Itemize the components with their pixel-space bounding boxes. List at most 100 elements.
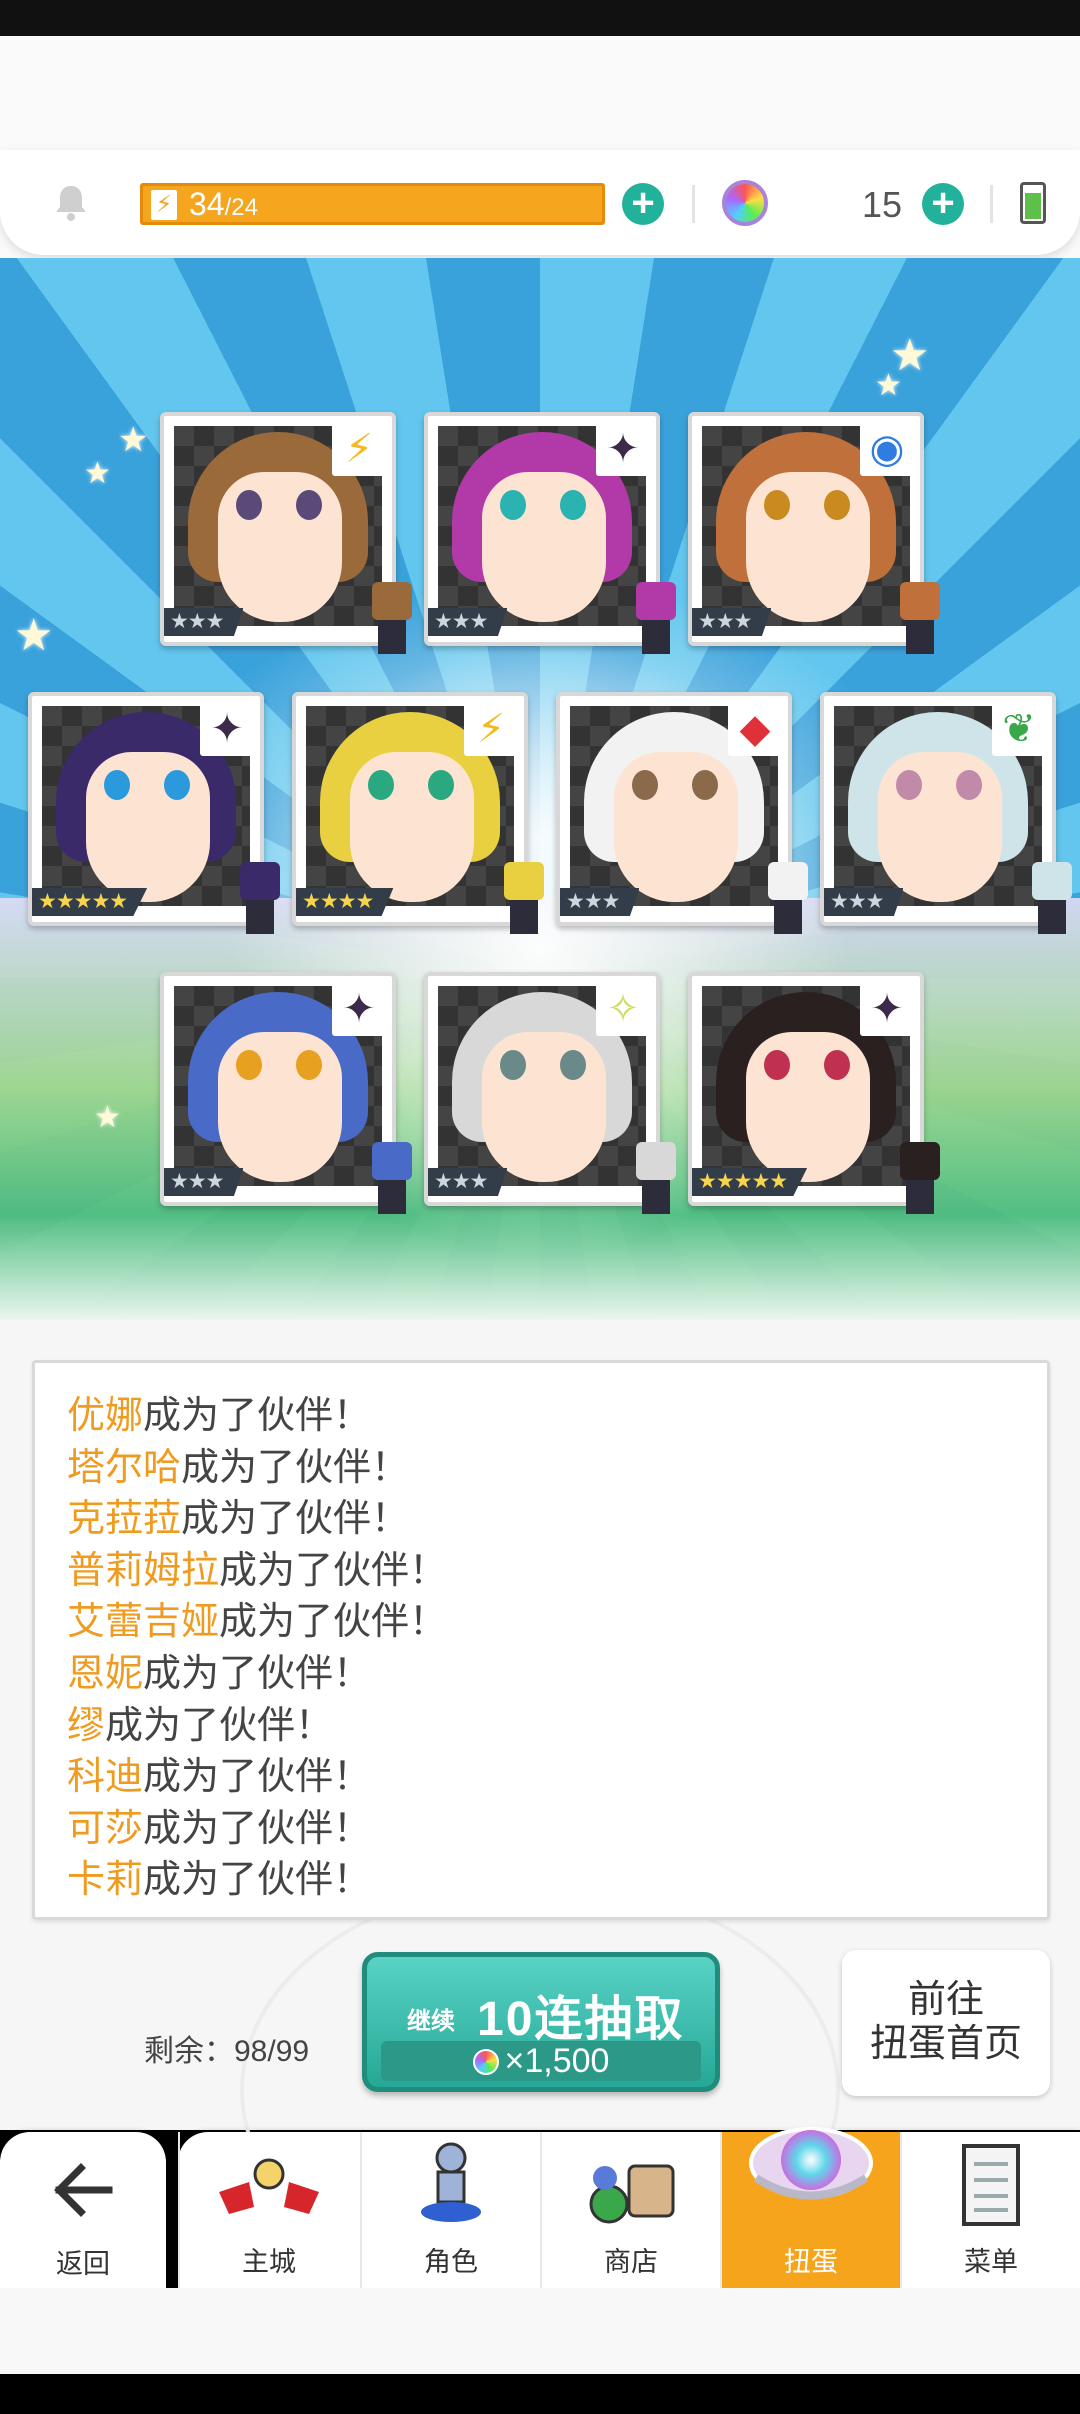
message-text: 成为了伙伴！ — [143, 1395, 372, 1437]
sparkle-star-icon: ★ — [94, 1101, 121, 1134]
character-name: 克菈菈 — [67, 1498, 182, 1541]
character-card[interactable]: ◆ ★★★ — [556, 692, 808, 934]
character-card[interactable]: ✦ ★★★★★ — [28, 692, 280, 934]
chibi-sprite — [1022, 862, 1080, 940]
pull-cost-value: ×1,500 — [504, 2042, 610, 2080]
rarity-stars: ★★★ — [164, 1168, 244, 1196]
result-message: 克菈菈成为了伙伴！ — [67, 1494, 1047, 1546]
divider — [990, 185, 993, 223]
character-card[interactable]: ✦ ★★★ — [424, 412, 676, 654]
chibi-sprite — [230, 862, 288, 940]
divider — [692, 185, 695, 223]
nav-item-main-city[interactable]: 主城 — [178, 2132, 358, 2288]
message-text: 成为了伙伴！ — [105, 1704, 334, 1747]
pull-10-button[interactable]: 继续 10连抽取 ×1,500 — [362, 1952, 720, 2092]
result-message-panel[interactable]: 优娜成为了伙伴！ 塔尔哈成为了伙伴！ 克菈菈成为了伙伴！ 普莉姆拉成为了伙伴！ 艾蕾吉娅… — [32, 1360, 1050, 1920]
stamina-bar: ⚡ 34/24 — [140, 183, 605, 225]
chibi-sprite — [890, 1142, 948, 1220]
character-icon — [416, 2140, 486, 2235]
result-message: 卡莉成为了伙伴！ — [67, 1855, 1047, 1907]
nav-item-menu[interactable]: 菜单 — [900, 2132, 1080, 2288]
back-button[interactable]: 返回 — [0, 2132, 166, 2288]
chibi-sprite — [494, 862, 552, 940]
element-icon: ⚡ — [464, 702, 518, 756]
shop-icon — [581, 2148, 681, 2233]
battery-icon — [1020, 182, 1046, 224]
character-name: 恩妮 — [67, 1652, 144, 1695]
character-name: 科迪 — [67, 1756, 144, 1799]
character-name: 优娜 — [67, 1395, 144, 1437]
message-text: 成为了伙伴！ — [181, 1498, 410, 1541]
lightning-icon: ⚡ — [151, 190, 177, 220]
element-icon: ✧ — [596, 982, 650, 1036]
result-message: 恩妮成为了伙伴！ — [67, 1649, 1047, 1701]
character-name: 卡莉 — [67, 1859, 144, 1902]
message-text: 成为了伙伴！ — [143, 1756, 372, 1799]
character-card[interactable]: ⚡ ★★★ — [160, 412, 412, 654]
menu-icon — [956, 2140, 1026, 2235]
add-stamina-button[interactable]: + — [622, 183, 664, 225]
chibi-sprite — [758, 862, 816, 940]
gacha-machine-icon — [736, 2108, 886, 2223]
chibi-sprite — [626, 582, 684, 660]
character-name: 普莉姆拉 — [67, 1549, 220, 1592]
gacha-home-line2: 扭蛋首页 — [869, 2023, 1022, 2065]
character-card[interactable]: ❦ ★★★ — [820, 692, 1072, 934]
element-icon: ✦ — [200, 702, 254, 756]
character-name: 塔尔哈 — [67, 1446, 182, 1489]
character-card[interactable]: ✦ ★★★ — [160, 972, 412, 1214]
chibi-sprite — [890, 582, 948, 660]
nav-label: 扭蛋 — [784, 2247, 838, 2277]
element-icon: ✦ — [332, 982, 386, 1036]
sparkle-star-icon: ★ — [118, 421, 149, 459]
result-message: 艾蕾吉娅成为了伙伴！ — [67, 1597, 1047, 1649]
status-bar — [0, 0, 1080, 36]
remaining-count: 剩余：98/99 — [144, 2035, 310, 2068]
character-name: 艾蕾吉娅 — [67, 1601, 220, 1644]
nav-label: 商店 — [604, 2247, 658, 2277]
rarity-stars: ★★★ — [428, 608, 508, 636]
character-card[interactable]: ◉ ★★★ — [688, 412, 940, 654]
sparkle-star-icon: ★ — [875, 369, 902, 402]
character-card[interactable]: ✦ ★★★★★ — [688, 972, 940, 1214]
chibi-sprite — [362, 1142, 420, 1220]
rainbow-gem-icon — [722, 180, 768, 226]
message-text: 成为了伙伴！ — [143, 1859, 372, 1902]
bell-icon[interactable] — [50, 182, 92, 224]
character-card[interactable]: ⚡ ★★★★ — [292, 692, 544, 934]
element-icon: ✦ — [860, 982, 914, 1036]
stamina-max: /24 — [224, 194, 258, 221]
element-icon: ◆ — [728, 702, 782, 756]
nav-label: 菜单 — [964, 2247, 1018, 2277]
footer-area — [0, 2288, 1080, 2374]
result-message: 优娜成为了伙伴！ — [67, 1391, 1047, 1443]
result-message: 塔尔哈成为了伙伴！ — [67, 1443, 1047, 1495]
gacha-home-button[interactable]: 前往 扭蛋首页 — [842, 1950, 1050, 2096]
element-icon: ❦ — [992, 702, 1046, 756]
nav-item-gacha[interactable]: 扭蛋 — [720, 2127, 900, 2288]
chibi-sprite — [362, 582, 420, 660]
system-nav-bar — [0, 2374, 1080, 2414]
pull-cost: ×1,500 — [381, 2041, 701, 2081]
chibi-sprite — [626, 1142, 684, 1220]
message-text: 成为了伙伴！ — [219, 1549, 448, 1592]
back-label: 返回 — [56, 2249, 110, 2279]
rarity-stars: ★★★★ — [296, 888, 394, 916]
rarity-stars: ★★★★★ — [32, 888, 148, 916]
gacha-home-line1: 前往 — [907, 1979, 984, 2021]
nav-item-characters[interactable]: 角色 — [360, 2132, 540, 2288]
result-message: 缪成为了伙伴！ — [67, 1701, 1047, 1753]
rarity-stars: ★★★ — [164, 608, 244, 636]
result-message: 普莉姆拉成为了伙伴！ — [67, 1546, 1047, 1598]
pull-continue-label: 继续 — [407, 2008, 455, 2035]
castle-icon — [214, 2152, 324, 2227]
result-message: 可莎成为了伙伴！ — [67, 1804, 1047, 1856]
nav-item-shop[interactable]: 商店 — [540, 2132, 720, 2288]
nav-label: 角色 — [424, 2247, 478, 2277]
message-text: 成为了伙伴！ — [181, 1446, 410, 1489]
gem-count: 15 — [862, 184, 903, 225]
rainbow-gem-icon — [472, 2049, 499, 2075]
add-gem-button[interactable]: + — [922, 183, 964, 225]
character-card[interactable]: ✧ ★★★ — [424, 972, 676, 1214]
back-arrow-icon — [54, 2163, 113, 2217]
